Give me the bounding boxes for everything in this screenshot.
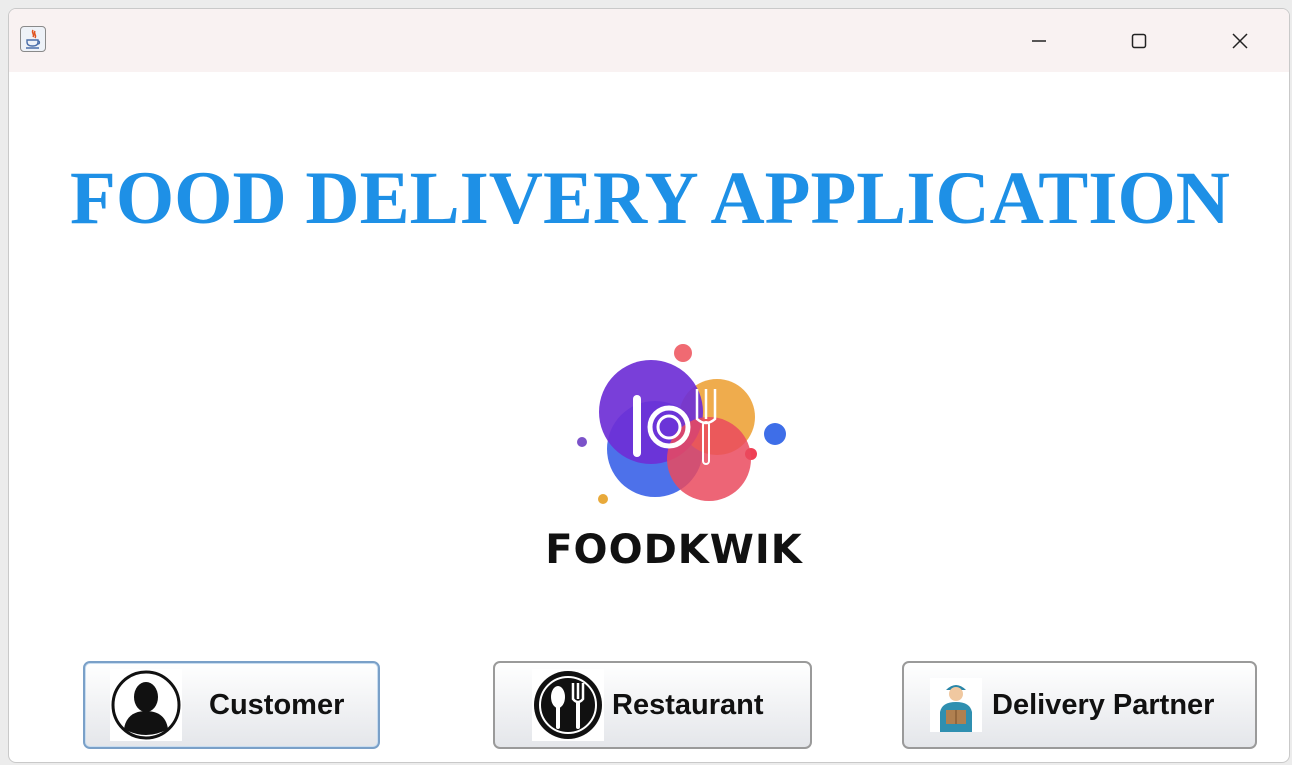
delivery-partner-button[interactable]: Delivery Partner [902, 661, 1257, 749]
customer-label: Customer [209, 688, 345, 721]
app-window: FOOD DELIVERY APPLICATION FOODKWIK Custo… [8, 8, 1290, 763]
java-icon[interactable] [20, 26, 46, 52]
minimize-button[interactable] [1016, 23, 1062, 59]
close-icon [1232, 33, 1248, 49]
person-silhouette-icon [110, 669, 182, 741]
restaurant-button[interactable]: Restaurant [493, 661, 812, 749]
app-title: FOOD DELIVERY APPLICATION [70, 157, 1230, 240]
close-button[interactable] [1217, 23, 1263, 59]
maximize-icon [1131, 33, 1147, 49]
restaurant-label: Restaurant [612, 688, 764, 721]
minimize-icon [1032, 40, 1046, 42]
maximize-button[interactable] [1116, 23, 1162, 59]
title-bar [9, 9, 1289, 72]
customer-button[interactable]: Customer [83, 661, 380, 749]
fork-spoon-icon [532, 669, 604, 741]
delivery-partner-label: Delivery Partner [992, 688, 1215, 721]
delivery-person-icon [930, 678, 982, 732]
foodkwik-logo: FOODKWIK [539, 327, 809, 599]
logo-text: FOODKWIK [545, 527, 803, 573]
